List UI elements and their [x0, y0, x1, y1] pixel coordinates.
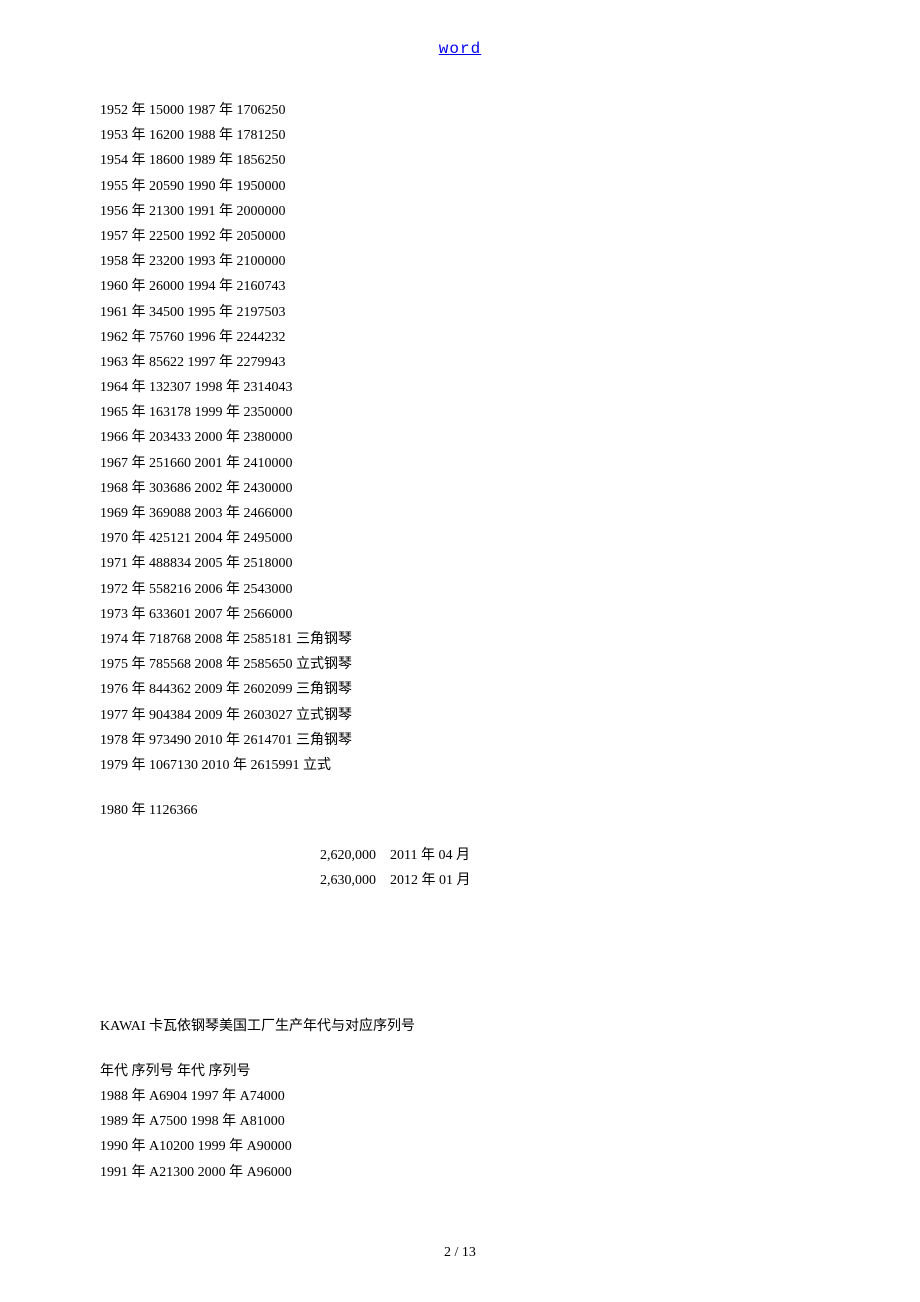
serial-row: 1962 年 75760 1996 年 2244232 — [100, 325, 820, 350]
header-link-container: word — [100, 40, 820, 58]
serial-row: 1976 年 844362 2009 年 2602099 三角钢琴 — [100, 677, 820, 702]
section2-row: 1991 年 A21300 2000 年 A96000 — [100, 1160, 820, 1185]
serial-row: 1973 年 633601 2007 年 2566000 — [100, 602, 820, 627]
serial-row: 1977 年 904384 2009 年 2603027 立式钢琴 — [100, 703, 820, 728]
serial-row: 1971 年 488834 2005 年 2518000 — [100, 551, 820, 576]
content-body: 1952 年 15000 1987 年 17062501953 年 16200 … — [100, 98, 820, 1185]
serial-row: 1963 年 85622 1997 年 2279943 — [100, 350, 820, 375]
serial-row: 1970 年 425121 2004 年 2495000 — [100, 526, 820, 551]
header-link[interactable]: word — [439, 40, 481, 58]
serial-row: 1954 年 18600 1989 年 1856250 — [100, 148, 820, 173]
section2-row: 1990 年 A10200 1999 年 A90000 — [100, 1134, 820, 1159]
section2-rows: 1988 年 A6904 1997 年 A740001989 年 A7500 1… — [100, 1084, 820, 1185]
serial-row: 1955 年 20590 1990 年 1950000 — [100, 174, 820, 199]
page-number: 2 / 13 — [444, 1245, 476, 1260]
serial-row: 1953 年 16200 1988 年 1781250 — [100, 123, 820, 148]
serial-1980: 1980 年 1126366 — [100, 798, 820, 823]
serial-list-main: 1952 年 15000 1987 年 17062501953 年 16200 … — [100, 98, 820, 778]
section2-title: KAWAI 卡瓦依钢琴美国工厂生产年代与对应序列号 — [100, 1014, 820, 1039]
additional-serial-list: 2,620,000 2011 年 04 月2,630,000 2012 年 01… — [100, 843, 820, 893]
section2-row: 1989 年 A7500 1998 年 A81000 — [100, 1109, 820, 1134]
serial-row: 1969 年 369088 2003 年 2466000 — [100, 501, 820, 526]
document-page: word 1952 年 15000 1987 年 17062501953 年 1… — [0, 0, 920, 1301]
serial-row: 1952 年 15000 1987 年 1706250 — [100, 98, 820, 123]
serial-row: 1972 年 558216 2006 年 2543000 — [100, 577, 820, 602]
serial-row: 1960 年 26000 1994 年 2160743 — [100, 274, 820, 299]
serial-row: 1966 年 203433 2000 年 2380000 — [100, 425, 820, 450]
serial-row: 1968 年 303686 2002 年 2430000 — [100, 476, 820, 501]
additional-serial-row: 2,620,000 2011 年 04 月 — [100, 843, 820, 868]
page-footer: 2 / 13 — [100, 1245, 820, 1261]
additional-serial-row: 2,630,000 2012 年 01 月 — [100, 868, 820, 893]
serial-row: 1974 年 718768 2008 年 2585181 三角钢琴 — [100, 627, 820, 652]
section2-header-row: 年代 序列号 年代 序列号 — [100, 1059, 820, 1084]
serial-row: 1961 年 34500 1995 年 2197503 — [100, 300, 820, 325]
serial-row: 1979 年 1067130 2010 年 2615991 立式 — [100, 753, 820, 778]
serial-row: 1978 年 973490 2010 年 2614701 三角钢琴 — [100, 728, 820, 753]
serial-row: 1957 年 22500 1992 年 2050000 — [100, 224, 820, 249]
serial-row: 1967 年 251660 2001 年 2410000 — [100, 451, 820, 476]
serial-row: 1964 年 132307 1998 年 2314043 — [100, 375, 820, 400]
serial-row: 1965 年 163178 1999 年 2350000 — [100, 400, 820, 425]
serial-row: 1956 年 21300 1991 年 2000000 — [100, 199, 820, 224]
section2-row: 1988 年 A6904 1997 年 A74000 — [100, 1084, 820, 1109]
serial-row: 1975 年 785568 2008 年 2585650 立式钢琴 — [100, 652, 820, 677]
serial-row: 1958 年 23200 1993 年 2100000 — [100, 249, 820, 274]
